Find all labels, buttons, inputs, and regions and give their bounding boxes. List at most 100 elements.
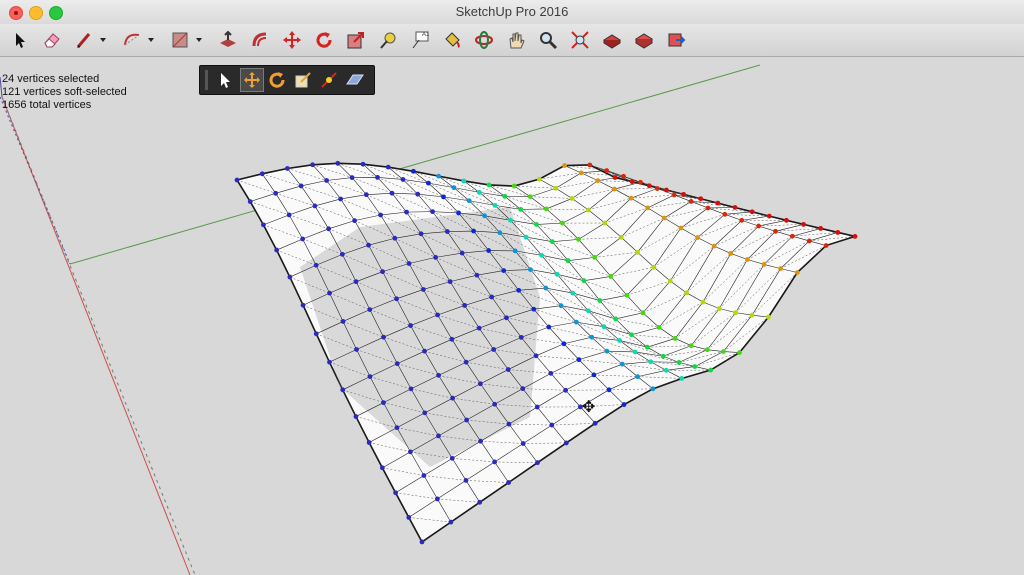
- mesh-vertex: [419, 539, 425, 545]
- mesh-vertex: [578, 170, 584, 176]
- line-dropdown-caret[interactable]: [100, 38, 106, 42]
- mesh-vertex: [508, 217, 513, 223]
- mesh-vertex: [298, 183, 304, 189]
- mesh-vertex: [422, 410, 428, 416]
- offset-icon[interactable]: [248, 28, 272, 52]
- vertices-soft-selected-text: 121 vertices soft-selected: [2, 86, 127, 98]
- mesh-vertex: [261, 222, 266, 228]
- mesh-vertex: [586, 207, 591, 213]
- mesh-vertex: [604, 168, 610, 173]
- mesh-vertex: [606, 387, 612, 393]
- mesh-vertex: [389, 190, 395, 196]
- mesh-vertex: [313, 331, 319, 337]
- mesh-vertex: [739, 217, 745, 223]
- mesh-vertex: [565, 258, 571, 264]
- select-icon[interactable]: [8, 28, 32, 52]
- scale-icon[interactable]: [344, 28, 368, 52]
- eraser-icon[interactable]: [40, 28, 64, 52]
- extension-warehouse-icon[interactable]: [632, 28, 656, 52]
- mesh-vertex: [300, 236, 306, 242]
- vertex-move-icon[interactable]: [240, 68, 264, 92]
- mesh-vertex: [512, 248, 518, 254]
- pan-icon[interactable]: [504, 28, 528, 52]
- mesh-vertex: [778, 266, 784, 272]
- tape-measure-icon[interactable]: [376, 28, 400, 52]
- mesh-vertex: [476, 325, 482, 331]
- mesh-vertex: [573, 319, 579, 325]
- mesh-vertex: [520, 386, 526, 392]
- mesh-vertex: [619, 361, 625, 367]
- mesh-vertex: [349, 175, 355, 181]
- mesh-vertex: [749, 312, 755, 318]
- title-bar: SketchUp Pro 2016: [0, 0, 1024, 25]
- mesh-vertex: [638, 179, 643, 185]
- mesh-vertex: [728, 251, 734, 256]
- mesh-vertex: [505, 367, 511, 372]
- zoom-extents-icon[interactable]: [568, 28, 592, 52]
- zoom-icon[interactable]: [536, 28, 560, 52]
- mesh-vertex: [581, 278, 587, 284]
- mesh-vertex: [335, 160, 341, 166]
- vertex-scale-icon[interactable]: [292, 69, 314, 91]
- selection-stats: 24 vertices selected 121 vertices soft-s…: [2, 73, 127, 112]
- soft-selection-icon[interactable]: [318, 69, 340, 91]
- mesh-vertex: [531, 306, 537, 312]
- window-title: SketchUp Pro 2016: [455, 4, 569, 19]
- mesh-vertex: [404, 209, 409, 215]
- push-pull-icon[interactable]: [216, 28, 240, 52]
- mesh-vertex: [801, 221, 806, 227]
- paint-bucket-icon[interactable]: [440, 28, 464, 52]
- mesh-vertex: [462, 303, 468, 308]
- mesh-vertex: [285, 166, 290, 171]
- rectangle-icon[interactable]: [168, 28, 192, 52]
- mesh-vertex: [523, 234, 529, 240]
- mesh-vertex: [629, 332, 634, 338]
- mesh-vertex: [553, 185, 559, 191]
- vertex-tools-toolbar: [199, 65, 375, 95]
- mesh-vertex: [366, 242, 371, 248]
- mesh-canvas[interactable]: ✥: [0, 57, 1024, 575]
- mesh-vertex: [591, 372, 597, 378]
- rectangle-dropdown-caret[interactable]: [196, 38, 202, 42]
- mesh-vertex: [408, 386, 414, 392]
- mesh-vertex: [436, 372, 441, 378]
- mesh-vertex: [324, 178, 329, 183]
- plane-icon[interactable]: [344, 69, 366, 91]
- text-icon[interactable]: A1: [408, 28, 432, 52]
- mesh-vertex: [664, 187, 669, 193]
- mesh-vertex: [535, 460, 540, 466]
- rotate-icon[interactable]: [312, 28, 336, 52]
- line-icon[interactable]: [72, 28, 96, 52]
- mesh-vertex: [478, 438, 483, 444]
- mesh-vertex: [367, 307, 373, 313]
- vertex-rotate-icon[interactable]: [266, 69, 288, 91]
- mesh-vertex: [589, 334, 595, 340]
- move-icon[interactable]: [280, 28, 304, 52]
- mesh-vertex: [415, 191, 421, 197]
- mesh-vertex: [534, 404, 540, 410]
- mesh-vertex: [794, 270, 800, 275]
- mesh-vertex: [434, 496, 440, 502]
- toolbar-grip[interactable]: [205, 70, 208, 90]
- mesh-vertex: [628, 195, 634, 201]
- model-viewport[interactable]: ✥ 24 vertices selected 121 vertices soft…: [0, 57, 1024, 575]
- mesh-vertex: [327, 359, 332, 365]
- warehouse-icon[interactable]: [600, 28, 624, 52]
- share-model-icon[interactable]: [664, 28, 688, 52]
- orbit-icon[interactable]: [472, 28, 496, 52]
- mesh-vertex: [715, 200, 721, 206]
- mesh-vertex: [411, 168, 416, 174]
- select-vertex-icon[interactable]: [214, 69, 236, 91]
- mesh-vertex: [456, 210, 461, 216]
- mesh-vertex: [476, 189, 482, 195]
- mesh-vertex: [806, 238, 812, 244]
- arc-icon[interactable]: [120, 28, 144, 52]
- mesh-vertex: [486, 182, 492, 188]
- arc-dropdown-caret[interactable]: [148, 38, 154, 42]
- mesh-vertex: [406, 515, 412, 520]
- mesh-vertex: [648, 359, 654, 365]
- mesh-vertex: [617, 338, 622, 343]
- red-axis-line: [1, 96, 191, 575]
- mesh-vertex: [354, 347, 359, 352]
- mesh-vertex: [511, 183, 517, 189]
